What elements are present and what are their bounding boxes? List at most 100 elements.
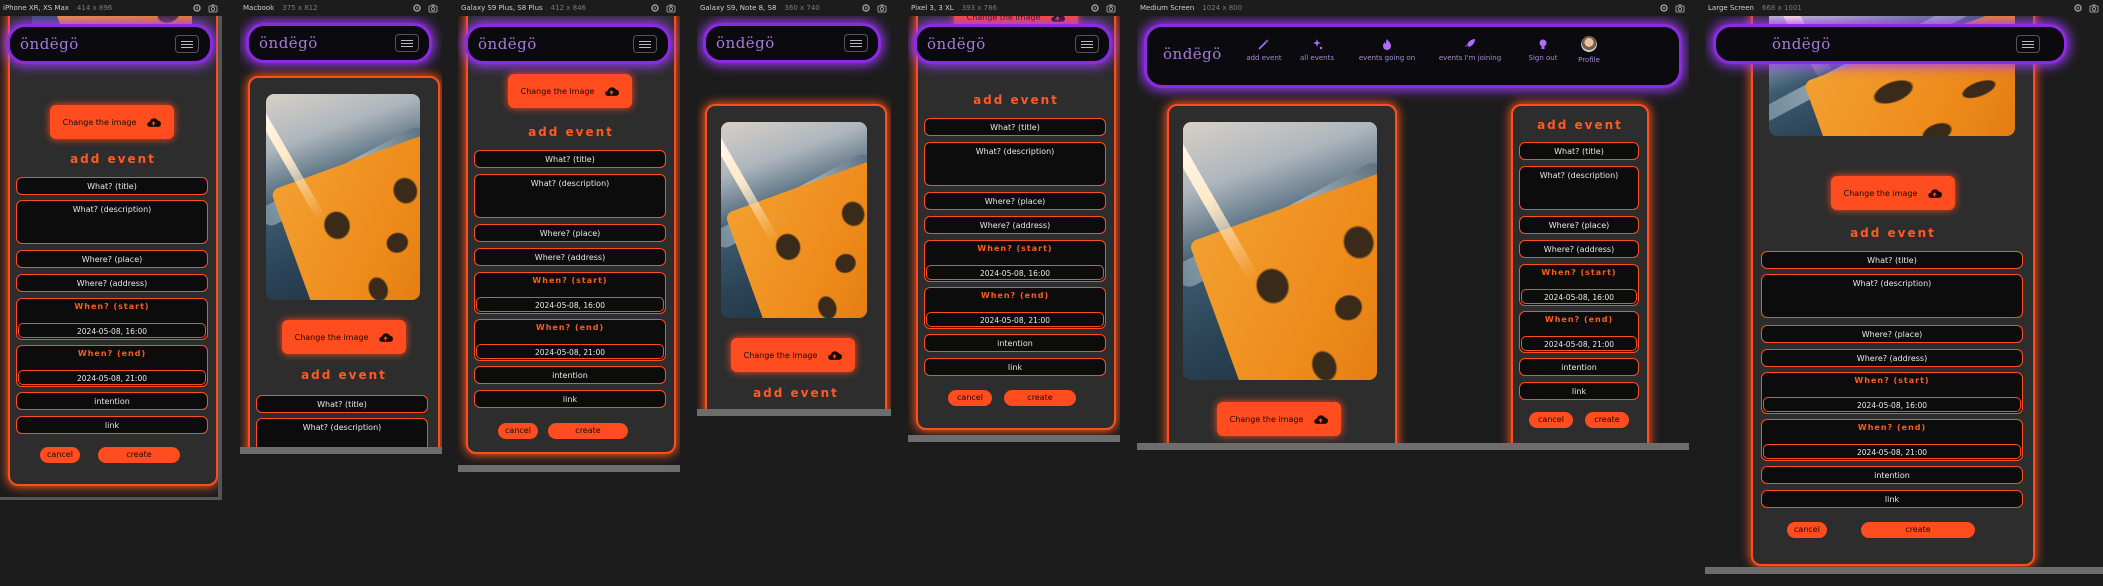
brand-logo[interactable]: öndëgö [927, 35, 986, 53]
menu-toggle-icon[interactable] [2016, 35, 2040, 53]
nav-events-going-on[interactable]: events going on [1352, 38, 1422, 62]
change-image-button[interactable]: Change the image [731, 338, 855, 372]
settings-icon[interactable] [412, 3, 422, 13]
place-field[interactable]: Where? (place) [16, 250, 208, 268]
menu-toggle-icon[interactable] [395, 34, 419, 52]
place-field[interactable]: Where? (place) [924, 192, 1106, 210]
menu-toggle-icon[interactable] [633, 35, 657, 53]
nav-add-event[interactable]: add event [1239, 38, 1289, 62]
link-field[interactable]: link [474, 390, 666, 408]
settings-icon[interactable] [1090, 3, 1100, 13]
link-field[interactable]: link [1761, 490, 2023, 508]
screenshot-icon[interactable] [1106, 3, 1116, 13]
description-field[interactable]: What? (description) [1519, 166, 1639, 210]
nav-profile[interactable]: Profile [1569, 36, 1609, 64]
title-field[interactable]: What? (title) [1761, 251, 2023, 269]
cancel-button[interactable]: cancel [1529, 412, 1573, 428]
link-field[interactable]: link [16, 416, 208, 434]
brand-logo[interactable]: öndëgö [1163, 45, 1222, 63]
screenshot-icon[interactable] [877, 3, 887, 13]
intention-field[interactable]: intention [16, 392, 208, 410]
title-field[interactable]: What? (title) [16, 177, 208, 195]
scrollbar[interactable] [1705, 567, 2103, 574]
intention-field[interactable]: intention [1761, 466, 2023, 484]
link-field[interactable]: link [1519, 382, 1639, 400]
intention-field[interactable]: intention [1519, 358, 1639, 376]
start-input[interactable]: 2024-05-08, 16:00 [926, 265, 1104, 280]
scrollbar[interactable] [908, 435, 1120, 442]
nav-all-events[interactable]: all events [1292, 38, 1342, 62]
change-image-button[interactable]: Change the image [1831, 176, 1955, 210]
start-input[interactable]: 2024-05-08, 16:00 [1521, 289, 1637, 304]
title-field[interactable]: What? (title) [474, 150, 666, 168]
menu-toggle-icon[interactable] [1075, 35, 1099, 53]
settings-icon[interactable] [2073, 3, 2083, 13]
intention-field[interactable]: intention [924, 334, 1106, 352]
end-group: When? (end) 2024-05-08, 21:00 [474, 319, 666, 361]
description-field[interactable]: What? (description) [474, 174, 666, 218]
create-button[interactable]: create [1004, 390, 1076, 406]
place-field[interactable]: Where? (place) [1519, 216, 1639, 234]
menu-toggle-icon[interactable] [175, 35, 199, 53]
create-button[interactable]: create [1861, 522, 1975, 538]
change-image-button[interactable]: Change the image [50, 105, 174, 139]
end-input[interactable]: 2024-05-08, 21:00 [476, 344, 664, 359]
address-field[interactable]: Where? (address) [1519, 240, 1639, 258]
place-field[interactable]: Where? (place) [1761, 325, 2023, 343]
create-button[interactable]: create [98, 447, 180, 463]
address-field[interactable]: Where? (address) [474, 248, 666, 266]
menu-toggle-icon[interactable] [844, 34, 868, 52]
description-field[interactable]: What? (description) [924, 142, 1106, 186]
scrollbar[interactable] [1137, 443, 1689, 450]
settings-icon[interactable] [650, 3, 660, 13]
title-field[interactable]: What? (title) [924, 118, 1106, 136]
brand-logo[interactable]: öndëgö [20, 35, 79, 53]
description-field[interactable]: What? (description) [16, 200, 208, 244]
scrollbar[interactable] [240, 447, 442, 454]
screenshot-icon[interactable] [666, 3, 676, 13]
address-field[interactable]: Where? (address) [16, 274, 208, 292]
change-image-label: Change the image [62, 117, 137, 127]
scrollbar[interactable] [218, 16, 222, 500]
change-image-button[interactable]: Change the image [508, 74, 632, 108]
cancel-button[interactable]: cancel [948, 390, 992, 406]
cancel-button[interactable]: cancel [40, 447, 80, 463]
brand-logo[interactable]: öndëgö [259, 34, 318, 52]
change-image-button[interactable]: Change the image [282, 320, 406, 354]
settings-icon[interactable] [1659, 3, 1669, 13]
nav-events-joining[interactable]: events I'm joining [1430, 38, 1510, 62]
scrollbar[interactable] [458, 465, 680, 472]
place-field[interactable]: Where? (place) [474, 224, 666, 242]
description-field[interactable]: What? (description) [1761, 274, 2023, 318]
screenshot-icon[interactable] [208, 3, 218, 13]
cancel-button[interactable]: cancel [1787, 522, 1827, 538]
brand-logo[interactable]: öndëgö [716, 34, 775, 52]
title-field[interactable]: What? (title) [256, 395, 428, 413]
brand-logo[interactable]: öndëgö [478, 35, 537, 53]
end-input[interactable]: 2024-05-08, 21:00 [1521, 336, 1637, 351]
brand-logo[interactable]: öndëgö [1772, 35, 1831, 53]
title-field[interactable]: What? (title) [1519, 142, 1639, 160]
link-field[interactable]: link [924, 358, 1106, 376]
screenshot-icon[interactable] [428, 3, 438, 13]
intention-field[interactable]: intention [474, 366, 666, 384]
address-field[interactable]: Where? (address) [924, 216, 1106, 234]
screenshot-icon[interactable] [2089, 3, 2099, 13]
start-input[interactable]: 2024-05-08, 16:00 [1763, 397, 2021, 412]
create-button[interactable]: create [1585, 412, 1629, 428]
address-field[interactable]: Where? (address) [1761, 349, 2023, 367]
start-input[interactable]: 2024-05-08, 16:00 [18, 323, 206, 338]
end-input[interactable]: 2024-05-08, 21:00 [1763, 444, 2021, 459]
scrollbar[interactable] [697, 409, 891, 416]
settings-icon[interactable] [192, 3, 202, 13]
end-input[interactable]: 2024-05-08, 21:00 [926, 312, 1104, 327]
screenshot-icon[interactable] [1675, 3, 1685, 13]
change-image-button[interactable]: Change the image [1217, 402, 1341, 436]
nav-sign-out[interactable]: Sign out [1520, 38, 1566, 62]
create-button[interactable]: create [548, 423, 628, 439]
start-input[interactable]: 2024-05-08, 16:00 [476, 297, 664, 312]
scrollbar[interactable] [0, 497, 222, 500]
settings-icon[interactable] [861, 3, 871, 13]
end-input[interactable]: 2024-05-08, 21:00 [18, 370, 206, 385]
cancel-button[interactable]: cancel [498, 423, 538, 439]
